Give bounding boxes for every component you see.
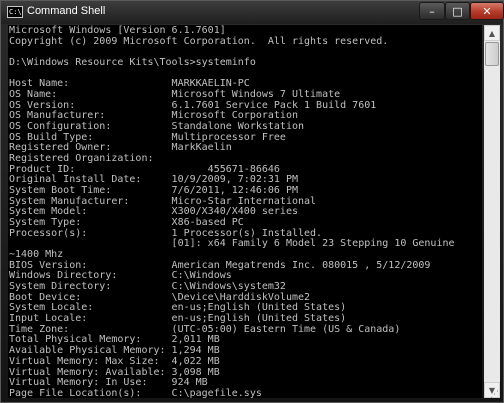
vertical-scrollbar[interactable]: ▲ ▼ [484, 25, 500, 398]
console-line: Virtual Memory: Max Size: 4,022 MB [9, 355, 220, 367]
window-title: Command Shell [27, 5, 106, 17]
maximize-button[interactable]: □ [445, 2, 470, 20]
console-line: D:\Windows Resource Kits\Tools>systeminf… [9, 57, 256, 69]
close-button[interactable]: ✕ [470, 2, 504, 20]
console-app-icon[interactable]: C:\ [7, 6, 23, 18]
console-text: Microsoft Windows [Version 6.1.7601] Copy… [8, 25, 482, 398]
scroll-up-arrow-icon[interactable]: ▲ [484, 25, 500, 41]
minimize-button[interactable]: – [419, 2, 445, 20]
title-bar[interactable]: C:\ Command Shell – □ ✕ [1, 1, 504, 24]
command-shell-window: C:\ Command Shell – □ ✕ Microsoft Window… [0, 0, 504, 403]
console-line: Copyright (c) 2009 Microsoft Corporation… [9, 35, 389, 47]
console-line: [01]: x64 Family 6 Model 23 Stepping 10 … [9, 238, 455, 250]
scrollbar-thumb[interactable] [485, 42, 499, 66]
resize-grip-icon[interactable]: ⋰ [490, 390, 502, 402]
console-line: Page File Location(s): C:\pagefile.sys [9, 387, 262, 398]
console-output-area[interactable]: Microsoft Windows [Version 6.1.7601] Copy… [8, 25, 482, 398]
